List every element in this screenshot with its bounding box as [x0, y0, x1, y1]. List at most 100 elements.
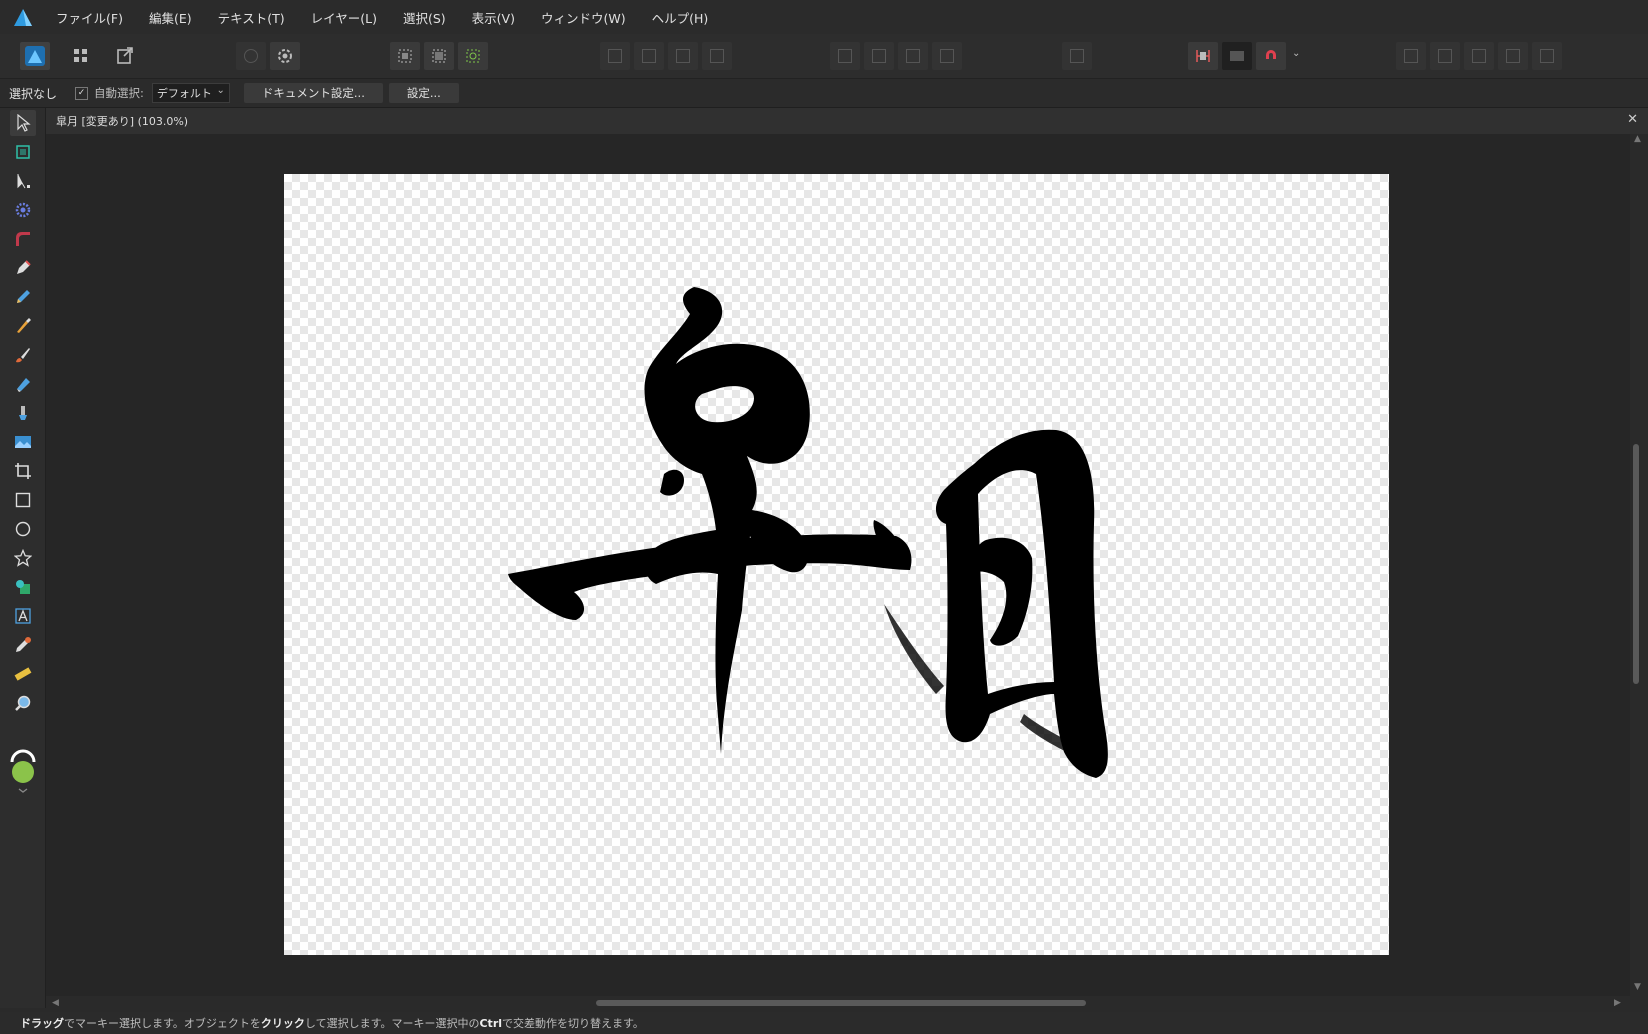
scroll-left-icon[interactable]: ◀ — [52, 998, 59, 1008]
arrange-button-1[interactable] — [830, 42, 860, 70]
move-tool-icon — [17, 114, 31, 132]
scroll-up-icon[interactable]: ▲ — [1634, 134, 1641, 144]
auto-select-checkbox[interactable]: ✓ — [75, 86, 89, 100]
pencil-tool-icon — [17, 290, 30, 303]
affinity-designer-logo-icon[interactable] — [12, 6, 34, 28]
status-hint-part: ドラッグ — [20, 1017, 64, 1030]
boolean-button-4[interactable] — [1498, 42, 1528, 70]
text-tool[interactable] — [10, 603, 36, 629]
menu-select[interactable]: 選択(S) — [403, 8, 446, 27]
boolean-icon — [1472, 49, 1486, 63]
transform-icon — [676, 49, 690, 63]
selection-box-icon — [398, 49, 412, 63]
crop-tool-icon — [15, 463, 31, 479]
toolbar-placeholder-1[interactable] — [236, 42, 266, 70]
arrange-icon — [872, 49, 886, 63]
magnet-icon — [1266, 50, 1276, 59]
arrange-button-3[interactable] — [898, 42, 928, 70]
ellipse-tool[interactable] — [10, 516, 36, 542]
vertical-scroll-thumb[interactable] — [1633, 444, 1639, 684]
arrange-icon — [906, 49, 920, 63]
transform-button-4[interactable] — [702, 42, 732, 70]
color-picker-tool[interactable] — [10, 632, 36, 658]
paint-brush-tool[interactable] — [10, 342, 36, 368]
menu-layer[interactable]: レイヤー(L) — [311, 8, 377, 27]
measure-tool[interactable] — [10, 661, 36, 687]
document-setup-button[interactable]: ドキュメント設定... — [243, 83, 383, 103]
boolean-icon — [1438, 49, 1452, 63]
place-image-tool[interactable] — [10, 429, 36, 455]
export-persona-button[interactable] — [110, 42, 140, 70]
primary-color-swatch[interactable] — [8, 748, 38, 796]
menu-bar: ファイル(F) 編集(E) テキスト(T) レイヤー(L) 選択(S) 表示(V… — [0, 0, 1648, 34]
boolean-button-3[interactable] — [1464, 42, 1494, 70]
ellipse-tool-icon — [15, 521, 31, 537]
transform-icon — [710, 49, 724, 63]
move-tool[interactable] — [10, 110, 36, 136]
rectangle-tool[interactable] — [10, 487, 36, 513]
pen-tool-icon — [17, 260, 31, 274]
point-transform-tool[interactable] — [10, 197, 36, 223]
document-tab[interactable]: 皐月 [変更あり] (103.0%) ✕ — [46, 108, 1648, 134]
place-image-icon — [15, 436, 31, 448]
color-picker-icon — [16, 637, 31, 652]
fill-tool[interactable] — [10, 371, 36, 397]
crop-tool[interactable] — [10, 458, 36, 484]
preferences-button[interactable]: 設定... — [388, 83, 459, 103]
corner-tool[interactable] — [10, 226, 36, 252]
snapping-button[interactable] — [1256, 42, 1286, 70]
pixel-persona-button[interactable] — [66, 42, 96, 70]
select-none-button[interactable] — [424, 42, 454, 70]
menu-file[interactable]: ファイル(F) — [56, 8, 123, 27]
transform-button-3[interactable] — [668, 42, 698, 70]
shape-tool[interactable] — [10, 574, 36, 600]
menu-edit[interactable]: 編集(E) — [149, 8, 192, 27]
invert-selection-button[interactable] — [458, 42, 488, 70]
menu-window[interactable]: ウィンドウ(W) — [541, 8, 626, 27]
zoom-tool[interactable] — [10, 690, 36, 716]
menu-help[interactable]: ヘルプ(H) — [652, 8, 709, 27]
close-icon[interactable]: ✕ — [1627, 112, 1638, 127]
vector-brush-tool[interactable] — [10, 313, 36, 339]
export-persona-icon — [117, 47, 133, 64]
boolean-button-2[interactable] — [1430, 42, 1460, 70]
node-tool[interactable] — [10, 168, 36, 194]
artboard-tool[interactable] — [10, 139, 36, 165]
artboard-tool-icon — [16, 145, 30, 159]
boolean-button-5[interactable] — [1532, 42, 1562, 70]
boolean-button-1[interactable] — [1396, 42, 1426, 70]
pencil-tool[interactable] — [10, 284, 36, 310]
transform-button-1[interactable] — [600, 42, 630, 70]
scroll-down-icon[interactable]: ▼ — [1634, 982, 1641, 992]
snap-grid-button[interactable] — [1188, 42, 1218, 70]
calligraphy-artwork[interactable] — [284, 174, 1389, 955]
arrange-button-2[interactable] — [864, 42, 894, 70]
transparency-tool[interactable] — [10, 400, 36, 426]
auto-select-dropdown[interactable]: デフォルト ⌄ — [151, 83, 230, 103]
pixel-preview-button[interactable] — [1222, 42, 1252, 70]
corner-tool-icon — [16, 232, 30, 246]
document-canvas[interactable] — [284, 174, 1389, 955]
horizontal-scroll-thumb[interactable] — [596, 1000, 1086, 1006]
pixel-persona-icon — [74, 49, 87, 62]
boolean-icon — [1540, 49, 1554, 63]
arrange-button-4[interactable] — [932, 42, 962, 70]
arrange-icon — [940, 49, 954, 63]
selection-shapes-icon — [466, 49, 480, 63]
designer-persona-button[interactable] — [20, 42, 50, 70]
horizontal-scrollbar[interactable]: ◀ ▶ — [46, 996, 1630, 1012]
select-all-button[interactable] — [390, 42, 420, 70]
grid-icon — [1196, 50, 1210, 62]
align-button[interactable] — [1062, 42, 1092, 70]
scroll-right-icon[interactable]: ▶ — [1614, 998, 1621, 1008]
node-tool-icon — [17, 174, 30, 189]
menu-text[interactable]: テキスト(T) — [218, 8, 285, 27]
transform-button-2[interactable] — [634, 42, 664, 70]
settings-toolbar-button[interactable] — [270, 42, 300, 70]
star-tool[interactable] — [10, 545, 36, 571]
pen-tool[interactable] — [10, 255, 36, 281]
menu-view[interactable]: 表示(V) — [472, 8, 515, 27]
status-hint-part: して選択します。マーキー選択中の — [304, 1017, 480, 1030]
vertical-scrollbar[interactable]: ▲ ▼ — [1630, 134, 1648, 996]
snapping-options-chevron-icon[interactable]: ⌄ — [1292, 48, 1300, 59]
